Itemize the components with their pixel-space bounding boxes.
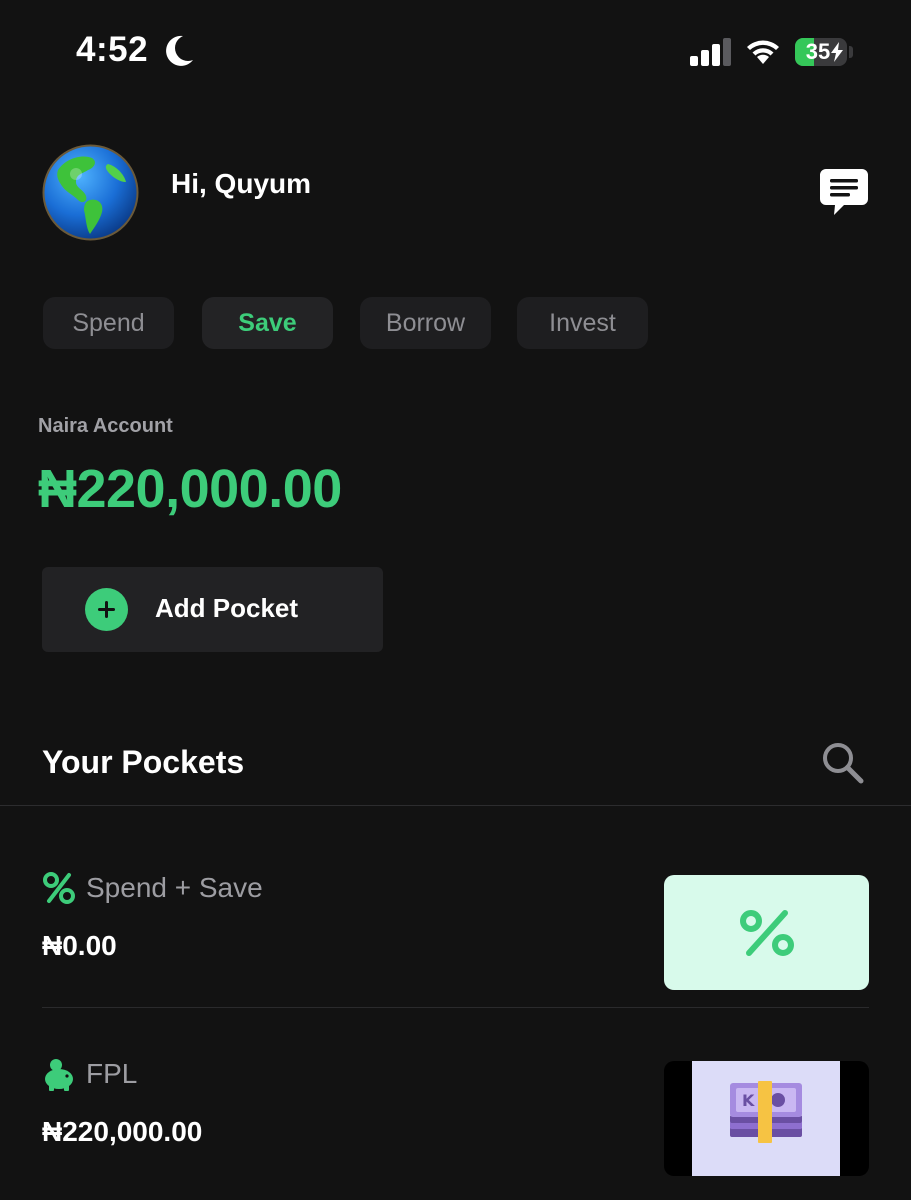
wifi-icon: [747, 40, 779, 64]
svg-text:K: K: [742, 1091, 755, 1110]
cash-stack-icon: K: [692, 1061, 840, 1176]
add-pocket-button[interactable]: Add Pocket: [42, 567, 383, 652]
avatar-globe-icon[interactable]: [42, 144, 139, 241]
section-divider: [0, 805, 911, 806]
greeting-text: Hi, Quyum: [171, 168, 312, 199]
pocket-amount: ₦0.00: [42, 930, 117, 961]
tab-spend[interactable]: Spend: [43, 297, 174, 349]
tab-borrow[interactable]: Borrow: [360, 297, 491, 349]
tab-invest[interactable]: Invest: [517, 297, 648, 349]
add-pocket-label: Add Pocket: [155, 593, 299, 623]
pocket-item-spend-save[interactable]: Spend + Save ₦0.00: [0, 822, 911, 1008]
charging-bolt-icon: [831, 42, 843, 62]
plus-circle-icon: [85, 588, 128, 631]
pocket-amount: ₦220,000.00: [42, 1116, 203, 1147]
piggy-bank-icon: [45, 1059, 73, 1091]
pocket-name: Spend + Save: [86, 872, 263, 903]
cellular-signal-icon: [690, 38, 731, 66]
battery-indicator: 35: [795, 38, 847, 66]
pocket-thumbnail: [664, 875, 869, 990]
section-title: Your Pockets: [42, 744, 245, 780]
account-balance: ₦220,000.00: [38, 459, 342, 519]
status-time: 4:52: [76, 30, 149, 69]
search-icon[interactable]: [820, 740, 866, 786]
pocket-thumbnail: K: [664, 1061, 869, 1176]
message-icon[interactable]: [818, 166, 870, 218]
moon-icon: [166, 35, 193, 66]
percent-thumb-icon: [739, 909, 794, 956]
percent-icon: [43, 872, 75, 904]
tab-save[interactable]: Save: [202, 297, 333, 349]
pocket-name: FPL: [86, 1058, 138, 1089]
pocket-item-fpl[interactable]: FPL ₦220,000.00 K: [0, 1008, 911, 1194]
battery-tip: [849, 46, 853, 58]
account-label: Naira Account: [38, 415, 173, 437]
